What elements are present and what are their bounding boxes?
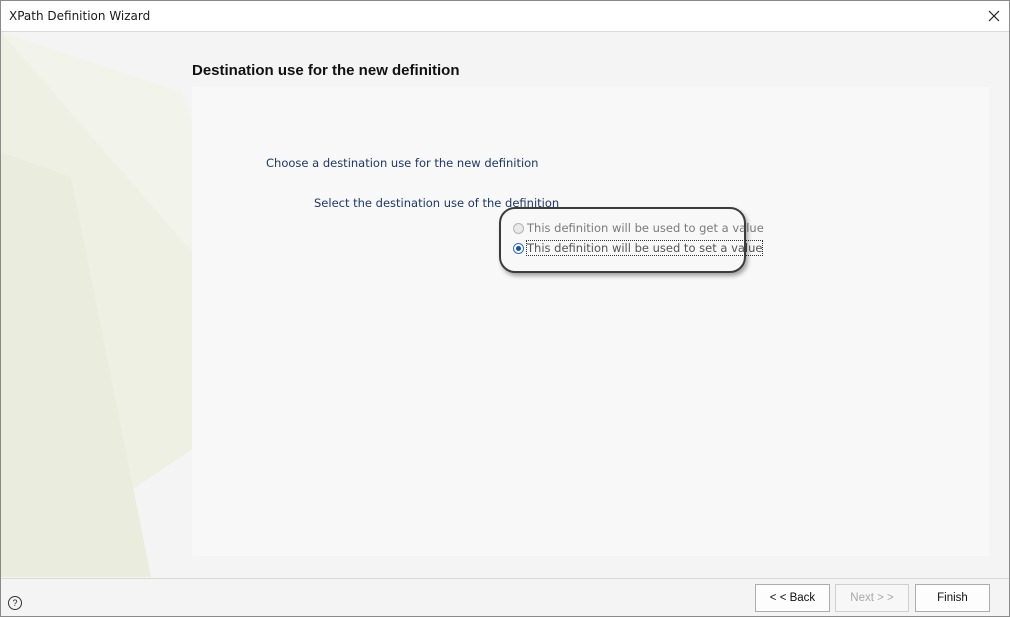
destination-group-label: Select the destination use of the defini… [314, 196, 560, 210]
radio-get-value[interactable] [513, 222, 524, 234]
close-icon [988, 10, 1000, 22]
next-button[interactable]: Next > > [835, 584, 909, 612]
option-set-value[interactable]: This definition will be used to set a va… [513, 240, 764, 256]
radio-set-value[interactable] [513, 242, 524, 254]
title-bar: XPath Definition Wizard [1, 1, 1009, 32]
option-set-value-label: This definition will be used to set a va… [525, 240, 764, 256]
option-get-value-label: This definition will be used to get a va… [527, 221, 764, 235]
back-button[interactable]: < < Back [755, 584, 830, 612]
intro-text: Choose a destination use for the new def… [266, 156, 539, 170]
wizard-window: XPath Definition Wizard Destination use … [0, 0, 1010, 617]
finish-button[interactable]: Finish [915, 584, 990, 612]
help-icon[interactable]: ? [8, 596, 22, 610]
page-title: Destination use for the new definition [192, 62, 460, 79]
close-button[interactable] [979, 1, 1009, 31]
window-title: XPath Definition Wizard [9, 9, 151, 23]
option-get-value[interactable]: This definition will be used to get a va… [513, 221, 764, 235]
